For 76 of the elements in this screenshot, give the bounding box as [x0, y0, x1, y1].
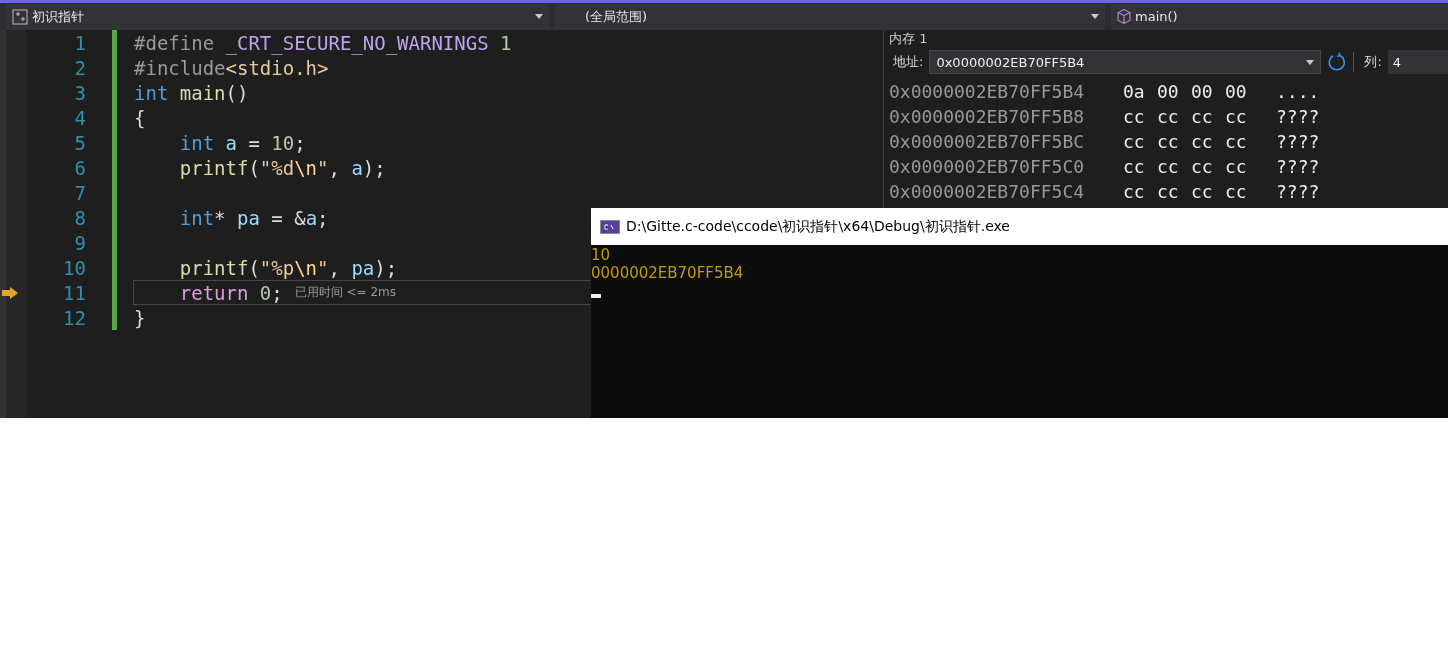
code-line: printf("%p\n", pa);	[178, 256, 398, 279]
current-line-arrow-icon	[2, 286, 18, 299]
line-number: 7	[73, 181, 86, 204]
memory-byte: 00	[1191, 81, 1214, 102]
line-number: 10	[62, 256, 86, 279]
code-line: int* pa = &a;	[178, 206, 329, 229]
memory-byte: cc	[1225, 156, 1248, 177]
memory-byte: cc	[1157, 156, 1180, 177]
code-line: #include<stdio.h>	[134, 56, 329, 79]
line-number: 1	[73, 31, 86, 54]
code-line: #define _CRT_SECURE_NO_WARNINGS 1	[134, 31, 512, 54]
memory-address: 0x0000002EB70FF5B8	[889, 106, 1086, 127]
refresh-icon[interactable]	[1327, 52, 1348, 72]
caret-icon	[1091, 14, 1099, 19]
code-line: int a = 10;	[178, 131, 306, 154]
memory-address: 0x0000002EB70FF5B4	[889, 81, 1086, 102]
address-label: 地址:	[892, 53, 924, 71]
memory-ascii: ????	[1276, 181, 1320, 202]
line-number: 12	[62, 306, 86, 329]
memory-address: 0x0000002EB70FF5C4	[889, 181, 1086, 202]
console-title: D:\Gitte.c-code\ccode\初识指针\x64\Debug\初识指针.exe	[626, 217, 1010, 236]
text-cursor	[591, 294, 601, 298]
code-line: printf("%d\n", a);	[178, 156, 386, 179]
memory-byte: cc	[1123, 156, 1146, 177]
memory-byte: cc	[1123, 131, 1146, 152]
console-output: 0000002EB70FF5B4	[591, 264, 744, 282]
memory-byte: 0a	[1123, 81, 1146, 102]
project-icon	[12, 8, 28, 25]
panel-title: 内存 1	[889, 30, 929, 48]
address-field[interactable]: 0x0000002EB70FF5B4	[929, 50, 1322, 74]
memory-byte: cc	[1191, 156, 1214, 177]
line-number: 6	[73, 156, 86, 179]
memory-byte: cc	[1157, 181, 1180, 202]
cube-icon	[1117, 9, 1131, 24]
memory-byte: 00	[1225, 81, 1248, 102]
line-number: 9	[73, 231, 86, 254]
memory-byte: cc	[1123, 106, 1146, 127]
line-number: 8	[73, 206, 86, 229]
line-number: 11	[62, 281, 86, 304]
elapsed-time-hint: 已用时间 <= 2ms	[294, 284, 397, 301]
line-number: 5	[73, 131, 86, 154]
memory-byte: cc	[1191, 106, 1214, 127]
memory-byte: cc	[1191, 181, 1214, 202]
scope-dropdown[interactable]: (全局范围)	[555, 3, 1105, 30]
memory-byte: cc	[1123, 181, 1146, 202]
line-number: 3	[73, 81, 86, 104]
member-dropdown[interactable]: main()	[1111, 3, 1448, 30]
code-line: }	[134, 306, 146, 329]
scope-name: (全局范围)	[585, 7, 648, 26]
memory-ascii: ????	[1276, 156, 1320, 177]
memory-address: 0x0000002EB70FF5BC	[889, 131, 1086, 152]
memory-byte: cc	[1225, 181, 1248, 202]
columns-field[interactable]: 4	[1387, 50, 1448, 74]
caret-icon	[1306, 59, 1315, 65]
code-line: return 0;	[178, 281, 283, 304]
console-output: 10	[591, 246, 611, 264]
code-line: {	[134, 106, 146, 129]
memory-byte: cc	[1157, 131, 1180, 152]
code-line: int main()	[134, 81, 249, 104]
memory-byte: 00	[1157, 81, 1180, 102]
columns-label: 列:	[1363, 53, 1382, 71]
caret-icon	[535, 14, 543, 19]
memory-address: 0x0000002EB70FF5C0	[889, 156, 1086, 177]
project-dropdown[interactable]: 初识指针	[6, 3, 549, 30]
memory-byte: cc	[1157, 106, 1180, 127]
memory-byte: cc	[1225, 131, 1248, 152]
line-number: 4	[73, 106, 86, 129]
console-icon	[600, 219, 620, 234]
memory-byte: cc	[1225, 106, 1248, 127]
memory-ascii: ....	[1276, 81, 1320, 102]
memory-ascii: ????	[1276, 106, 1320, 127]
line-number: 2	[73, 56, 86, 79]
memory-byte: cc	[1191, 131, 1214, 152]
member-name: main()	[1135, 9, 1178, 24]
memory-ascii: ????	[1276, 131, 1320, 152]
project-name: 初识指针	[32, 7, 84, 26]
